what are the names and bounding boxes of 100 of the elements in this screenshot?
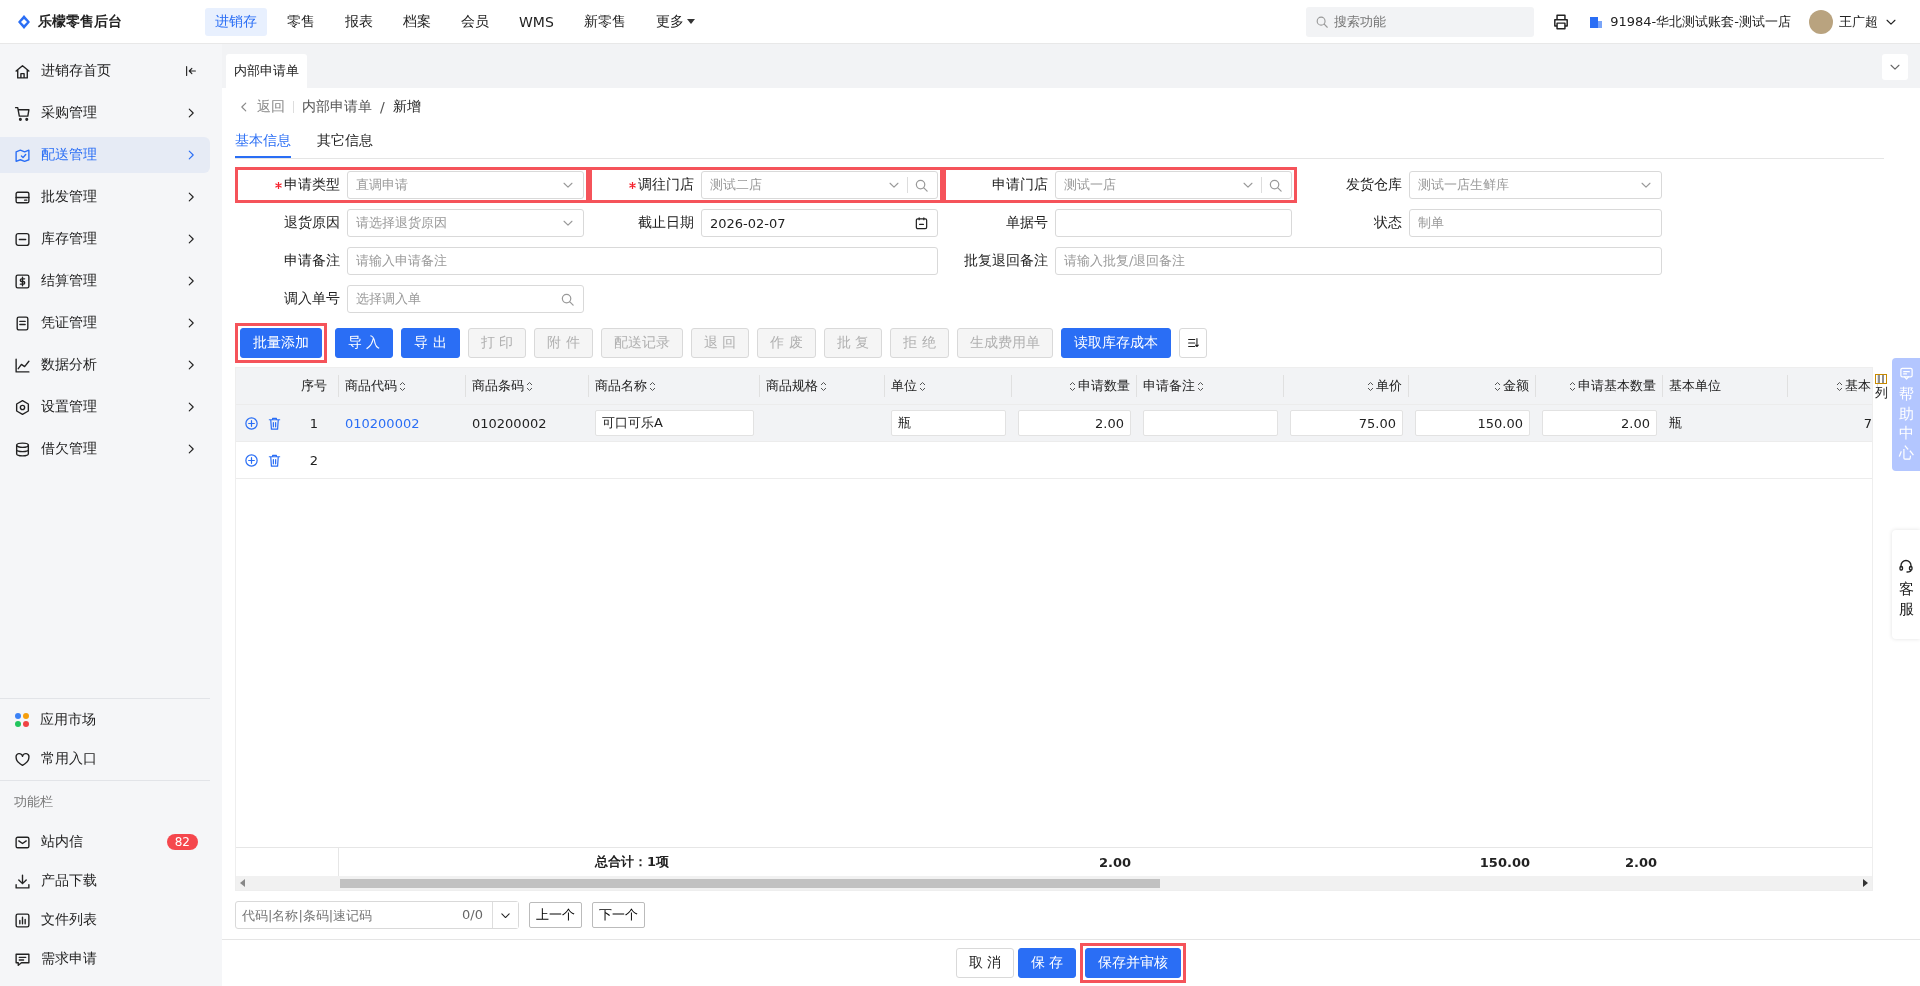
section-title: 功能栏 [13, 793, 54, 811]
collapse-icon [184, 64, 198, 78]
sort-icon[interactable] [820, 380, 827, 392]
breadcrumb-separator: / [380, 99, 385, 115]
column-header[interactable]: 商品代码 [345, 377, 397, 395]
sidebar-item[interactable]: 借欠管理 [0, 431, 210, 467]
sort-icon[interactable] [1836, 380, 1843, 392]
sidebar-item[interactable]: 配送管理 [0, 137, 210, 173]
sidebar-item[interactable]: 产品下载 [0, 863, 210, 899]
column-header[interactable]: 单价 [1376, 377, 1402, 395]
sidebar-item[interactable]: 常用入口 [0, 741, 210, 777]
cell-input[interactable]: 可口可乐A [595, 410, 754, 436]
column-header[interactable]: 申请备注 [1143, 377, 1195, 395]
search-icon [1268, 177, 1283, 193]
sort-icon[interactable] [1569, 380, 1576, 392]
settings-button[interactable] [1178, 328, 1207, 358]
sort-icon[interactable] [1367, 380, 1374, 392]
sort-icon[interactable] [1494, 380, 1501, 392]
column-header[interactable]: 基本单位 [1669, 377, 1721, 395]
toolbar-button[interactable]: 导 入 [335, 328, 394, 358]
field-label: 退货原因 [284, 214, 340, 232]
table-row[interactable]: 1 010200002 010200002 可口可乐A 瓶 2.00 75.00 150.00 2.00 瓶 7 [236, 405, 1872, 442]
page-tab[interactable]: 内部申请单 [226, 54, 307, 88]
cell-input[interactable] [1143, 410, 1278, 436]
table-cell: 7 [1863, 415, 1872, 431]
column-header[interactable]: 基本 [1845, 377, 1871, 395]
footer-button[interactable]: 保存并审核 [1085, 948, 1182, 978]
input-field[interactable] [1055, 209, 1292, 237]
sidebar-item[interactable]: 文件列表 [0, 902, 210, 938]
menu-item-icon [14, 440, 31, 458]
column-header[interactable]: 商品规格 [766, 377, 818, 395]
sort-icon[interactable] [399, 380, 406, 392]
add-icon [243, 452, 259, 468]
toolbar-button[interactable]: 批量添加 [240, 328, 322, 358]
nav-tab[interactable]: 报表 [335, 7, 383, 36]
form-tab[interactable]: 基本信息 [235, 126, 291, 158]
search-field[interactable]: 搜索功能 [1306, 6, 1535, 37]
sort-icon[interactable] [1069, 380, 1076, 392]
delete-icon [266, 415, 282, 431]
column-header[interactable]: 申请基本数量 [1578, 377, 1656, 395]
sort-icon[interactable] [1197, 380, 1204, 392]
sort-icon[interactable] [526, 380, 533, 392]
nav-button[interactable]: 下一个 [592, 902, 645, 928]
footer-button[interactable]: 取 消 [955, 948, 1014, 978]
nav-tab[interactable]: 更多 [645, 7, 705, 36]
field-label: 申请门店 [992, 176, 1048, 194]
column-header[interactable]: 金额 [1503, 377, 1529, 395]
column-settings-button[interactable]: 列 [1874, 374, 1888, 402]
sidebar-item[interactable]: 设置管理 [0, 389, 210, 425]
sidebar-item[interactable]: 需求申请 [0, 941, 210, 977]
sidebar-item[interactable]: 结算管理 [0, 263, 210, 299]
sidebar-item[interactable]: 凭证管理 [0, 305, 210, 341]
sidebar-item[interactable]: 进销存首页 [0, 53, 210, 89]
column-header[interactable]: 申请数量 [1078, 377, 1130, 395]
footer-button[interactable]: 保 存 [1018, 948, 1077, 978]
nav-tab[interactable]: 档案 [393, 7, 441, 36]
horizontal-scrollbar[interactable] [236, 876, 1872, 890]
menu-item-icon [14, 62, 31, 80]
toolbar-button[interactable]: 导 出 [401, 328, 460, 358]
field-label: 调入单号 [284, 290, 340, 308]
column-header[interactable]: 单位 [891, 377, 917, 395]
sidebar-item[interactable]: 批发管理 [0, 179, 210, 215]
sidebar-item[interactable]: 库存管理 [0, 221, 210, 257]
date-field[interactable]: 2026-02-07 [701, 209, 938, 237]
menu-item-icon [14, 230, 31, 248]
sidebar-item[interactable]: 数据分析 [0, 347, 210, 383]
product-code-link[interactable]: 010200002 [345, 415, 420, 431]
cell-input[interactable]: 150.00 [1415, 410, 1530, 436]
cell-input[interactable]: 瓶 [891, 410, 1006, 436]
sidebar-item[interactable]: 应用市场 [0, 702, 210, 738]
nav-tab[interactable]: 零售 [277, 7, 325, 36]
cell-input[interactable]: 75.00 [1290, 410, 1403, 436]
form-tab[interactable]: 其它信息 [317, 126, 373, 158]
table-row[interactable]: 2 [236, 442, 1872, 479]
menu-item-icon [14, 272, 31, 290]
column-header[interactable]: 商品名称 [595, 377, 647, 395]
sidebar-item[interactable]: 站内信 82 [0, 824, 210, 860]
sort-icon[interactable] [649, 380, 656, 392]
toolbar-button[interactable]: 读取库存成本 [1060, 328, 1171, 358]
summary-value: 2.00 [1098, 854, 1131, 870]
nav-tab[interactable]: 进销存 [205, 7, 267, 36]
cell-input[interactable]: 2.00 [1018, 410, 1131, 436]
column-header[interactable]: 商品条码 [472, 377, 524, 395]
field-label: 状态 [1374, 214, 1402, 232]
customer-service-tab[interactable]: 客服 [1892, 530, 1920, 639]
sort-icon[interactable] [919, 380, 926, 392]
sidebar-item[interactable]: 采购管理 [0, 95, 210, 131]
nav-tab[interactable]: WMS [509, 7, 564, 36]
scroll-left-icon[interactable] [240, 879, 246, 887]
column-header[interactable]: 序号 [300, 377, 327, 395]
cell-input[interactable]: 2.00 [1542, 410, 1657, 436]
scroll-right-icon[interactable] [1862, 879, 1868, 887]
account-name[interactable]: 91984-华北测试账套-测试一店 [1610, 12, 1791, 31]
table-cell: 2 [309, 452, 319, 468]
back-link[interactable]: 返回 [237, 98, 285, 116]
nav-tab[interactable]: 新零售 [573, 7, 636, 36]
breadcrumb-link[interactable]: 内部申请单 [302, 98, 372, 116]
nav-tab[interactable]: 会员 [451, 7, 499, 36]
nav-button[interactable]: 上一个 [529, 902, 582, 928]
user-name[interactable]: 王广超 [1839, 12, 1878, 31]
